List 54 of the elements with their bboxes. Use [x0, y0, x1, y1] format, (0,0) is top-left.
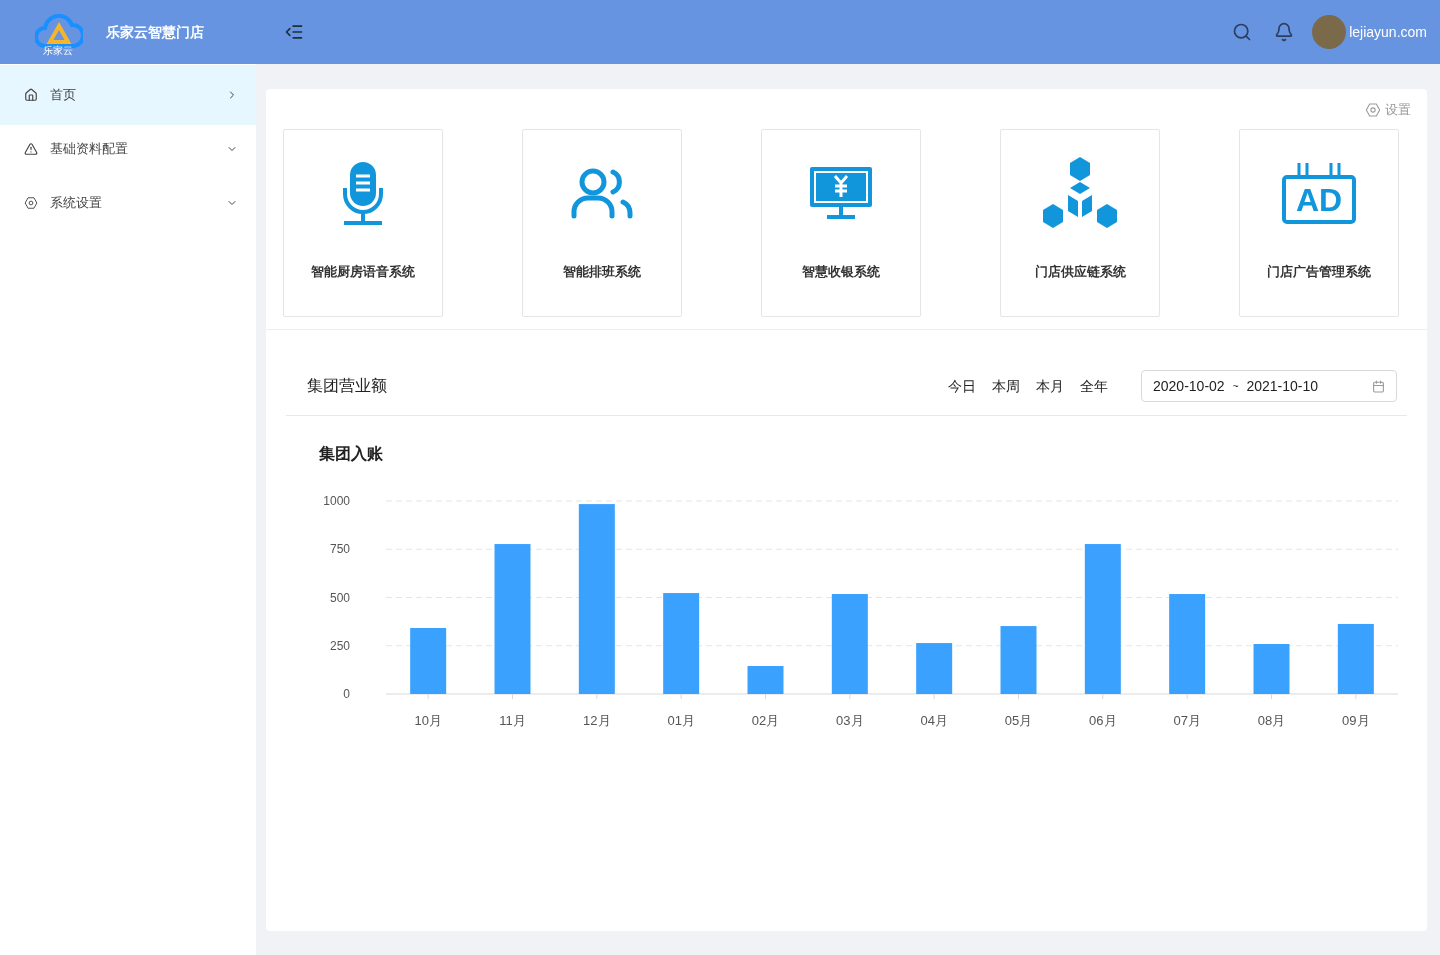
y-axis-label: 750 — [329, 541, 350, 556]
system-tile[interactable]: 智能厨房语音系统 — [283, 128, 443, 317]
people-icon — [571, 167, 633, 220]
x-axis-label: 07月 — [1173, 712, 1201, 728]
bar — [747, 665, 784, 694]
x-axis-label: 08月 — [1257, 712, 1286, 728]
collapse-menu-button[interactable] — [284, 22, 304, 42]
x-axis-label: 01月 — [667, 712, 695, 728]
chart-title: 集团入账 — [319, 443, 384, 464]
cash-register-monitor-icon — [809, 165, 873, 222]
microphone-icon — [341, 161, 385, 226]
settings-icon — [1365, 101, 1381, 118]
logo-caption: 乐家云 — [43, 46, 73, 56]
cubes-icon — [1043, 156, 1117, 231]
x-axis-label: 11月 — [499, 712, 526, 728]
menu-icon — [284, 22, 304, 42]
y-axis-label: 1000 — [323, 493, 350, 508]
app-title: 乐家云智慧门店 — [106, 22, 204, 42]
notification-button[interactable] — [1274, 22, 1295, 42]
range-tab[interactable]: 本周 — [992, 375, 1020, 397]
y-axis-label: 500 — [329, 590, 350, 604]
x-axis-label: 05月 — [1004, 712, 1033, 728]
section-title: 集团营业额 — [307, 376, 387, 396]
end-date: 2021-10-10 — [1246, 376, 1319, 396]
range-tab[interactable]: 本月 — [1036, 375, 1064, 397]
system-tile[interactable]: AD 门店广告管理系统 — [1239, 128, 1399, 317]
bar — [410, 627, 447, 694]
bar — [916, 642, 953, 694]
x-axis-label: 04月 — [920, 712, 948, 728]
warning-icon — [24, 142, 38, 156]
bar — [1337, 623, 1374, 694]
date-separator: ~ — [1232, 379, 1239, 394]
range-tab[interactable]: 全年 — [1080, 375, 1108, 397]
home-icon — [24, 88, 38, 102]
x-axis-label: 03月 — [836, 712, 864, 728]
x-axis-label: 09月 — [1342, 712, 1370, 728]
sidebar-item[interactable]: 首页 — [0, 65, 256, 125]
range-tab[interactable]: 今日 — [948, 375, 976, 397]
start-date: 2020-10-02 — [1153, 376, 1225, 396]
y-axis-label: 0 — [343, 686, 350, 701]
system-tile[interactable]: 智能排班系统 — [522, 128, 682, 317]
date-range-field[interactable]: 2020-10-02 ~ 2021-10-10 — [1141, 370, 1397, 402]
x-axis-label: 10月 — [414, 712, 442, 728]
calendar-icon — [1372, 379, 1385, 393]
x-axis-label: 02月 — [751, 712, 780, 728]
bar — [1253, 643, 1290, 694]
settings-icon — [24, 196, 38, 210]
x-axis-label: 06月 — [1089, 712, 1117, 728]
y-axis-label: 250 — [329, 638, 350, 653]
search-button[interactable] — [1232, 22, 1253, 42]
system-tile[interactable]: 智慧收银系统 — [761, 128, 921, 317]
system-tile[interactable]: 门店供应链系统 — [1000, 128, 1160, 317]
x-axis-label: 12月 — [583, 712, 611, 728]
bar — [1000, 625, 1037, 694]
